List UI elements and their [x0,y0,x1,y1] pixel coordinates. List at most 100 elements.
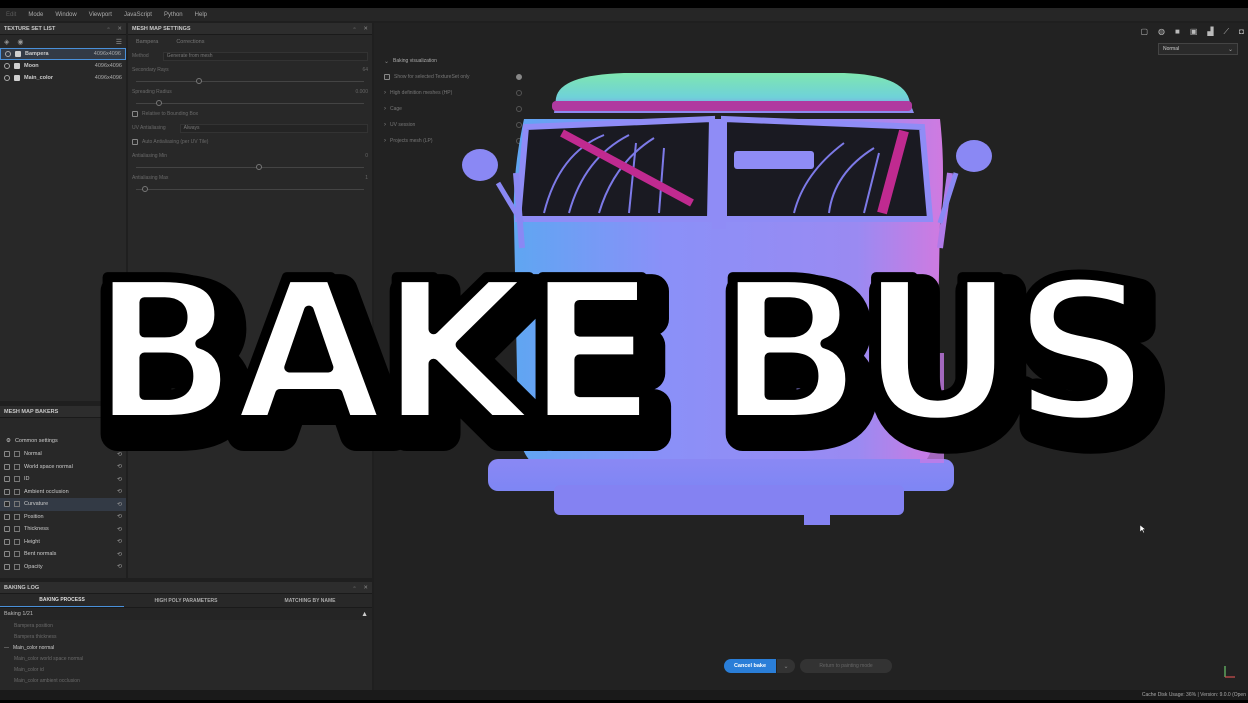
undock-icon[interactable]: ▫ [353,26,355,32]
texture-set-list-panel: TEXTURE SET LIST ▫ ✕ ◈ ◉ ☰ Bampera 4096x40… [0,23,126,401]
baker-item[interactable]: Thickness ⟲ [0,523,126,536]
bake-icon[interactable]: ⟲ [117,551,122,558]
setting-row: Relative to Bounding Box [128,107,372,121]
baker-thumbnail-icon [14,563,20,570]
undock-icon[interactable]: ▫ [353,585,355,591]
cancel-bake-button[interactable]: Cancel bake [724,659,776,673]
menu-item-help[interactable]: Help [195,12,207,18]
method-select[interactable]: Generate from mesh [162,51,368,61]
bake-icon[interactable]: ⟲ [117,488,122,495]
eye-icon[interactable] [4,63,10,69]
setting-slider[interactable] [136,77,364,85]
baker-checkbox[interactable] [4,451,10,458]
bake-icon[interactable]: ⟲ [117,538,122,545]
baker-item[interactable]: Height ⟲ [0,536,126,549]
common-settings-item[interactable]: ⚙ Common settings [0,434,126,448]
setting-label: UV Antialiasing [132,125,166,131]
method-row: Method Generate from mesh [128,49,372,63]
baker-checkbox[interactable] [4,501,10,508]
texture-set-resolution: 4096x4096 [93,51,121,57]
baker-checkbox[interactable] [4,551,10,558]
layers-icon[interactable]: ◈ [4,38,9,46]
bake-icon[interactable]: ⟲ [117,526,122,533]
close-icon[interactable]: ✕ [363,585,368,591]
tab-high-poly-parameters[interactable]: HIGH POLY PARAMETERS [124,594,248,607]
undock-icon[interactable]: ▫ [107,26,109,32]
baker-label: Bent normals [24,551,57,558]
menu-item-window[interactable]: Window [55,12,76,18]
tab-corrections[interactable]: Corrections [176,39,204,45]
bake-icon[interactable]: ⟲ [117,513,122,520]
mouse-cursor-icon [1140,525,1146,533]
mesh-map-bakers-header: MESH MAP BAKERS [0,406,126,418]
texture-set-row[interactable]: Bampera 4096x4096 [0,48,126,60]
mesh-map-tabs: Bampera Corrections [128,35,372,49]
baker-checkbox[interactable] [4,488,10,495]
baker-checkbox[interactable] [4,513,10,520]
baker-item[interactable]: Normal ⟲ [0,448,126,461]
close-icon[interactable]: ✕ [363,26,368,32]
baker-checkbox[interactable] [4,563,10,570]
tab-bampera[interactable]: Bampera [136,39,158,45]
menu-item-python[interactable]: Python [164,12,183,18]
roof-stripe [552,101,912,111]
baker-item[interactable]: Opacity ⟲ [0,561,126,574]
cancel-bake-dropdown[interactable]: ⌄ [777,659,795,673]
baker-item[interactable]: World space normal ⟲ [0,461,126,474]
tab-matching-by-name[interactable]: MATCHING BY NAME [248,594,372,607]
eye-icon[interactable] [5,51,11,57]
menu-icon[interactable]: ☰ [116,38,122,46]
baker-label: Thickness [24,526,49,533]
menu-item-edit[interactable]: Edit [6,12,16,18]
antialiasing-select[interactable]: Always [179,123,368,133]
bake-icon[interactable]: ⟲ [117,463,122,470]
setting-slider[interactable] [136,163,364,171]
tab-baking-process[interactable]: BAKING PROCESS [0,594,124,607]
visibility-checkbox[interactable] [15,51,21,57]
menu-item-javascript[interactable]: JavaScript [124,12,152,18]
bake-icon[interactable]: ⟲ [117,476,122,483]
log-line: Main_color ambient occlusion [14,677,80,684]
viewport[interactable]: ▢ ◍ ■ ▣ ▟ ⟋ ◘ Normal ⌄ ⌄ Baking visualiz… [374,23,1248,693]
setting-label: Secondary Rays [132,67,169,73]
return-to-painting-button[interactable]: Return to painting mode [800,659,892,673]
menu-item-mode[interactable]: Mode [28,12,43,18]
baker-item[interactable]: ID ⟲ [0,473,126,486]
visibility-checkbox[interactable] [14,63,20,69]
bake-icon[interactable]: ⟲ [117,451,122,458]
menu-item-viewport[interactable]: Viewport [89,12,112,18]
eye-icon[interactable]: ◉ [17,38,23,46]
texture-set-row[interactable]: Main_color 4096x4096 [0,72,126,84]
setting-label: Spreading Radius [132,89,172,95]
setting-slider[interactable] [136,185,364,193]
close-icon[interactable]: ✕ [117,26,122,32]
setting-checkbox[interactable] [132,139,138,145]
bake-icon[interactable]: ⟲ [117,501,122,508]
method-label: Method [132,53,149,59]
mesh-map-bakers-title: MESH MAP BAKERS [4,408,59,415]
log-line: Bampera thickness [14,633,57,640]
texture-set-list-header: TEXTURE SET LIST ▫ ✕ [0,23,126,35]
menu-bar: Edit Mode Window Viewport JavaScript Python He… [0,8,1248,21]
texture-set-row[interactable]: Moon 4096x4096 [0,60,126,72]
visibility-checkbox[interactable] [14,75,20,81]
baker-checkbox[interactable] [4,526,10,533]
eye-icon[interactable] [4,75,10,81]
baker-checkbox[interactable] [4,476,10,483]
baker-checkbox[interactable] [4,538,10,545]
baker-item[interactable]: Bent normals ⟲ [0,548,126,561]
baker-item[interactable]: Position ⟲ [0,511,126,524]
setting-slider[interactable] [136,99,364,107]
setting-row: UV Antialiasing Always [128,121,372,135]
baker-checkbox[interactable] [4,463,10,470]
setting-row: Secondary Rays 64 [128,63,372,77]
bake-icon[interactable]: ⟲ [117,563,122,570]
baker-item[interactable]: Curvature ⟲ [0,498,126,511]
baker-item[interactable]: Ambient occlusion ⟲ [0,486,126,499]
setting-row: Spreading Radius 0.000 [128,85,372,99]
texture-set-list-title: TEXTURE SET LIST [4,25,56,32]
baker-label: Curvature [24,501,49,508]
warning-icon[interactable]: ▲ [361,611,368,618]
setting-checkbox[interactable] [132,111,138,117]
texture-set-name: Main_color [24,75,54,81]
